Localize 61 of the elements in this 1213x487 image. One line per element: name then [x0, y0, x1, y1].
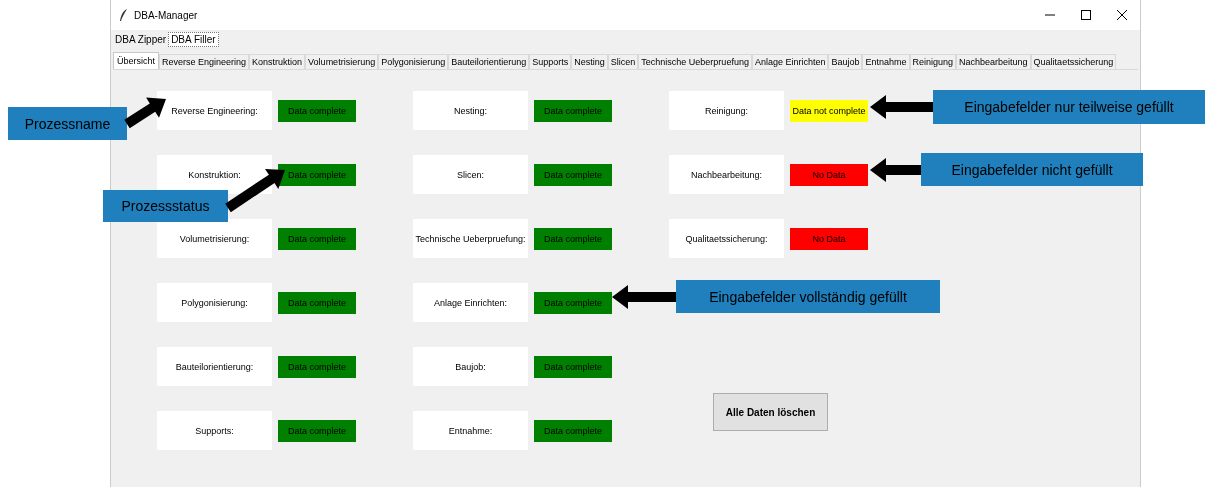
- status-field: Data complete: [534, 419, 612, 442]
- close-icon[interactable]: [1117, 10, 1127, 20]
- maximize-icon[interactable]: [1081, 10, 1091, 20]
- tab[interactable]: Nachbearbeitung: [956, 54, 1031, 69]
- tab[interactable]: Nesting: [571, 54, 608, 69]
- tab[interactable]: Qualitaetssicherung: [1030, 54, 1117, 69]
- tab[interactable]: Anlage Einrichten: [751, 54, 829, 69]
- tab[interactable]: Baujob: [828, 54, 863, 69]
- callout-label: Prozessstatus: [103, 190, 228, 222]
- process-label: Entnahme:: [413, 411, 528, 450]
- tab[interactable]: Übersicht: [113, 52, 159, 69]
- status-field: No Data: [790, 163, 868, 186]
- feather-icon: [119, 9, 128, 21]
- tab[interactable]: DBA Zipper: [113, 32, 169, 47]
- arrow: [612, 285, 676, 309]
- status-field: Data complete: [534, 227, 612, 250]
- tab[interactable]: Supports: [529, 54, 572, 69]
- callout-label: Eingabefelder vollständig gefüllt: [676, 280, 940, 313]
- process-label: Nachbearbeitung:: [669, 155, 784, 194]
- process-label: Supports:: [157, 411, 272, 450]
- process-label: Anlage Einrichten:: [413, 283, 528, 322]
- status-field: Data complete: [278, 99, 356, 122]
- status-field: Data complete: [278, 419, 356, 442]
- status-field: Data complete: [278, 227, 356, 250]
- status-field: No Data: [790, 227, 868, 250]
- status-field: Data complete: [534, 291, 612, 314]
- arrow: [124, 97, 166, 129]
- process-label: Technische Ueberpruefung:: [413, 219, 528, 258]
- status-field: Data not complete: [790, 99, 868, 122]
- process-label: Nesting:: [413, 91, 528, 130]
- tab[interactable]: DBA Filler: [168, 32, 219, 47]
- tab[interactable]: Bauteilorientierung: [448, 54, 530, 69]
- status-field: Data complete: [534, 163, 612, 186]
- process-label: Baujob:: [413, 347, 528, 386]
- process-label: Polygonisierung:: [157, 283, 272, 322]
- callout-label: Eingabefelder nur teilweise gefüllt: [933, 90, 1205, 124]
- tab[interactable]: Reverse Engineering: [159, 54, 250, 69]
- callout-label: Eingabefelder nicht gefüllt: [921, 153, 1143, 186]
- process-label: Bauteilorientierung:: [157, 347, 272, 386]
- window-title: DBA-Manager: [134, 9, 198, 21]
- process-label: Volumetrisierung:: [157, 219, 272, 258]
- tab[interactable]: Reinigung: [909, 54, 957, 69]
- status-field: Data complete: [534, 355, 612, 378]
- process-label: Reinigung:: [669, 91, 784, 130]
- arrow: [870, 158, 921, 182]
- callout-label: Prozessname: [8, 107, 127, 140]
- tab[interactable]: Volumetrisierung: [305, 54, 379, 69]
- arrow: [870, 95, 933, 119]
- process-label: Slicen:: [413, 155, 528, 194]
- status-field: Data complete: [278, 355, 356, 378]
- process-label: Reverse Engineering:: [157, 91, 272, 130]
- tab[interactable]: Polygonisierung: [378, 54, 449, 69]
- status-field: Data complete: [278, 291, 356, 314]
- tab[interactable]: Entnahme: [862, 54, 910, 69]
- status-field: Data complete: [534, 99, 612, 122]
- process-label: Qualitaetssicherung:: [669, 219, 784, 258]
- tab[interactable]: Konstruktion: [249, 54, 306, 69]
- delete-all-button[interactable]: Alle Daten löschen: [713, 393, 828, 431]
- tab[interactable]: Technische Ueberpruefung: [638, 54, 752, 69]
- status-field: Data complete: [278, 163, 356, 186]
- tab[interactable]: Slicen: [607, 54, 639, 69]
